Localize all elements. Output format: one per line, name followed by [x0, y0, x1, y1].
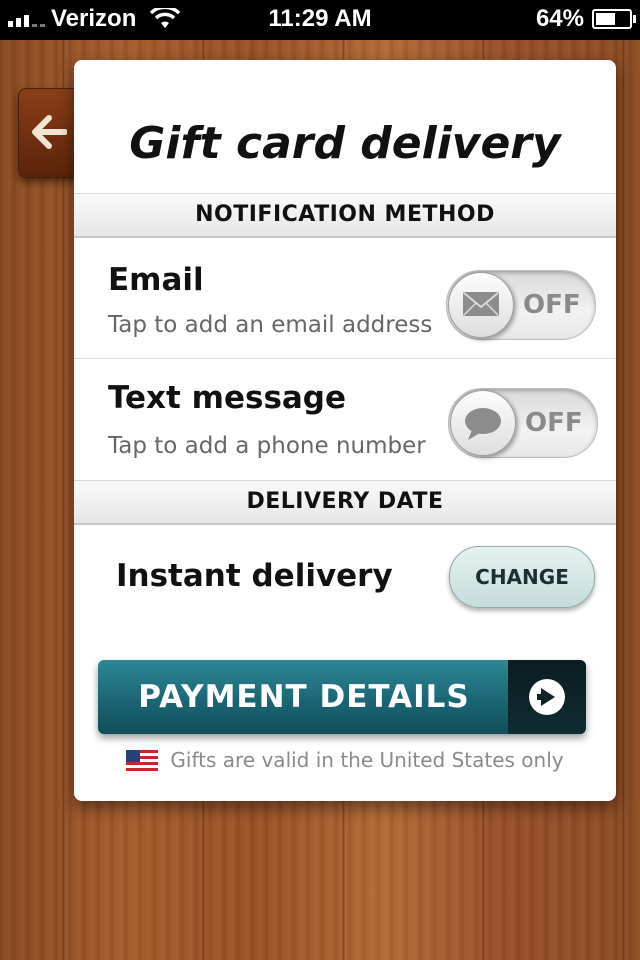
footnote-text: Gifts are valid in the United States onl… [170, 748, 564, 772]
text-message-subtitle: Tap to add a phone number [108, 433, 426, 459]
delivery-card: Gift card delivery NOTIFICATION METHOD E… [74, 60, 616, 801]
payment-details-button[interactable]: PAYMENT DETAILS [98, 660, 586, 734]
text-message-toggle[interactable]: OFF [448, 388, 598, 458]
arrow-right-circle-icon [529, 679, 565, 715]
status-bar: Verizon 11:29 AM 64% [0, 0, 640, 40]
email-toggle[interactable]: OFF [446, 270, 596, 340]
text-message-title: Text message [108, 380, 347, 416]
text-message-toggle-state: OFF [525, 408, 583, 438]
battery-group: 64% [535, 5, 636, 33]
toggle-knob [450, 390, 516, 456]
delivery-option: Instant delivery [116, 558, 393, 594]
payment-details-label: PAYMENT DETAILS [138, 679, 470, 715]
back-button[interactable] [18, 88, 78, 178]
arrow-left-icon [32, 115, 67, 149]
email-title: Email [108, 262, 204, 298]
battery-level [596, 13, 615, 25]
delivery-date-header: DELIVERY DATE [74, 480, 616, 525]
divider [74, 358, 616, 359]
battery-icon [592, 9, 636, 29]
email-toggle-state: OFF [523, 290, 581, 320]
battery-percent: 64% [535, 5, 584, 32]
us-flag-icon [126, 749, 159, 774]
envelope-icon [463, 292, 499, 316]
footnote: Gifts are valid in the United States onl… [74, 748, 616, 774]
payment-arrow [508, 660, 586, 734]
toggle-knob [448, 272, 514, 338]
speech-bubble-icon [465, 408, 501, 440]
change-delivery-button[interactable]: CHANGE [449, 546, 595, 608]
page-title: Gift card delivery [129, 118, 561, 169]
email-subtitle: Tap to add an email address [108, 312, 433, 338]
notification-method-header: NOTIFICATION METHOD [74, 193, 616, 238]
